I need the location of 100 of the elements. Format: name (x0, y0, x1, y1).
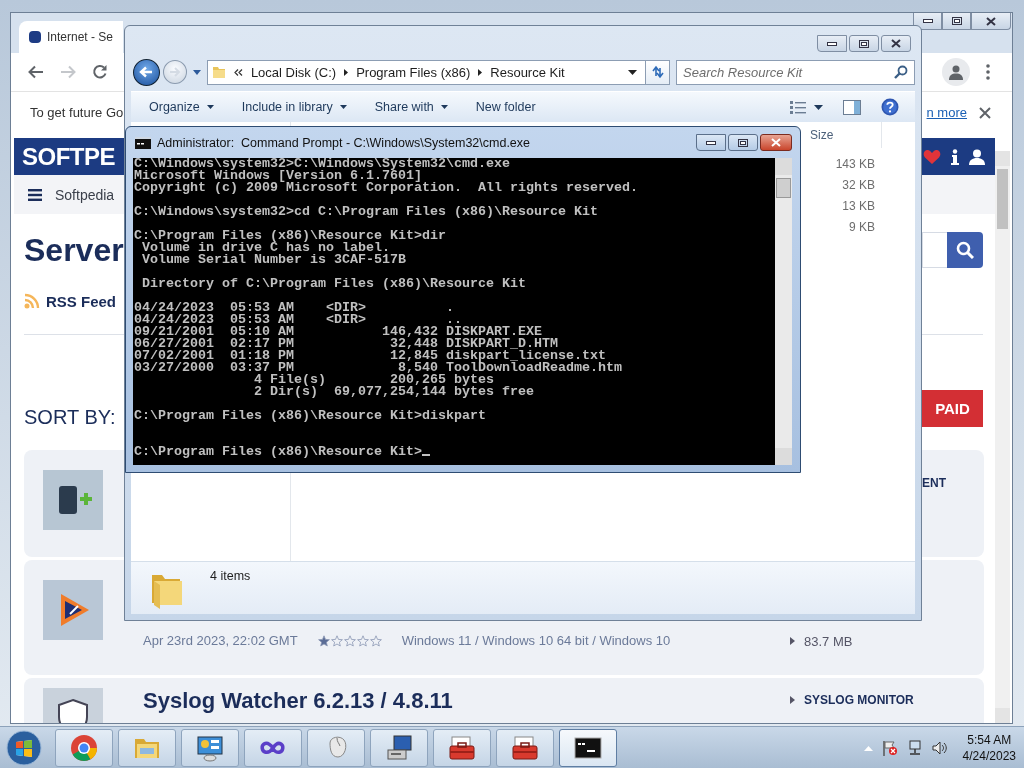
console-line: 4 File(s) 200,265 bytes (252, 374, 495, 386)
minimize-button[interactable] (817, 35, 847, 52)
menu-dots-icon (986, 64, 990, 80)
path-segment[interactable]: Resource Kit (490, 64, 565, 80)
category-label: ENT (922, 476, 946, 490)
forward-arrow-icon (168, 67, 181, 77)
star-icon (317, 634, 330, 647)
back-arrow-icon (139, 66, 154, 78)
network-icon[interactable] (906, 739, 923, 756)
folder-icon (211, 65, 226, 79)
star-icon (330, 634, 343, 647)
close-button[interactable] (760, 134, 792, 151)
maximize-icon (738, 138, 748, 147)
console-line: C:\Program Files (x86)\Resource Kit> (134, 444, 422, 459)
preview-pane-icon (843, 99, 861, 115)
taskbar-button[interactable] (559, 728, 617, 767)
learn-more-link[interactable]: n more (926, 105, 967, 120)
app-icon[interactable] (43, 470, 103, 530)
computer-icon (385, 733, 413, 762)
profile-button[interactable] (942, 58, 970, 86)
size-cell-text: 143 KB (834, 155, 876, 173)
minimize-button[interactable] (913, 13, 942, 30)
console-line: C:\Windows\system32>C:\Windows\System32\cmd.exe (134, 158, 511, 170)
info-icon[interactable] (951, 148, 959, 165)
search-button[interactable] (947, 232, 983, 268)
app-title-link[interactable]: Syslog Watcher 6.2.13 / 4.8.11 (143, 688, 750, 714)
app-icon[interactable] (43, 580, 103, 640)
console-icon (135, 136, 151, 149)
scrollbar[interactable] (775, 158, 792, 465)
dropdown-caret-icon[interactable] (628, 69, 638, 75)
minimize-icon (706, 140, 716, 145)
toolbox-icon (511, 733, 539, 762)
close-icon (891, 39, 901, 48)
speaker-icon[interactable] (931, 739, 948, 756)
triangle-right-icon (478, 68, 483, 76)
sort-label: SORT BY: (24, 406, 116, 429)
console-line: Directory of C:\Program Files (x86)\Resource Kit (141, 278, 527, 290)
size-text: 83.7 MB (804, 633, 853, 649)
console-line: 2 Dir(s) 69,077,254,144 bytes free (252, 386, 535, 398)
dropdown-caret-icon (440, 105, 448, 109)
taskbar-button[interactable] (370, 728, 428, 767)
close-button[interactable] (971, 13, 1011, 30)
refresh-button[interactable] (646, 59, 670, 85)
breadcrumb-link[interactable]: Softpedia (55, 186, 115, 203)
column-header[interactable]: Size (805, 122, 882, 148)
forward-arrow-icon (60, 65, 76, 79)
person-icon (948, 64, 964, 80)
search-icon (956, 241, 974, 259)
window-title: Administrator: Command Prompt - C:\Windows\System32\cmd.exe (157, 135, 531, 150)
hamburger-menu-icon[interactable] (28, 188, 42, 201)
triangle-right-icon (790, 696, 795, 704)
search-icon (894, 64, 908, 79)
clock[interactable]: 5:54 AM 4/24/2023 (962, 731, 1016, 764)
path-segment[interactable]: Program Files (x86) (356, 64, 471, 80)
scrollbar[interactable] (995, 151, 1010, 723)
command-button[interactable]: Share with (366, 95, 456, 119)
rss-feed-link[interactable]: RSS Feed (46, 292, 117, 310)
close-button[interactable] (881, 35, 911, 52)
command-button[interactable]: Organize (141, 95, 222, 119)
address-bar[interactable]: Local Disk (C:) Program Files (x86) Resource Kit (206, 59, 647, 85)
back-arrow-icon (28, 65, 44, 79)
minimize-button[interactable] (696, 134, 726, 151)
console-line: Copyright (c) 2009 Microsoft Corporation. All rights reserved. (134, 182, 639, 194)
maximize-button[interactable] (728, 134, 758, 151)
control-panel-icon (196, 733, 224, 762)
maximize-icon (951, 17, 962, 25)
star-icon (343, 634, 356, 647)
dropdown-caret-icon (339, 105, 347, 109)
path-segment[interactable]: Local Disk (C:) (250, 64, 337, 80)
dropdown-caret-icon (206, 105, 214, 109)
taskbar-button[interactable] (496, 728, 554, 767)
console-line: Volume in drive C has no label. (142, 242, 390, 254)
close-icon (771, 138, 781, 147)
console-line: Microsoft Windows [Version 6.1.7601] (134, 170, 422, 182)
user-icon[interactable] (969, 148, 985, 165)
paid-filter-button[interactable]: PAID (922, 390, 983, 427)
info-text: To get future Go (30, 105, 124, 120)
console-line: C:\Program Files (x86)\Resource Kit>dir (134, 230, 447, 242)
flag-error-icon[interactable] (881, 739, 898, 756)
taskbar-button[interactable] (181, 728, 239, 767)
minimize-icon (922, 19, 933, 23)
toolbox-icon (448, 733, 476, 762)
site-logo[interactable]: SOFTPE (22, 142, 115, 171)
page-heading: Server (24, 231, 124, 269)
console-line: C:\Program Files (x86)\Resource Kit>diskpart (134, 410, 487, 422)
command-button[interactable]: Include in library (233, 95, 355, 119)
command-button[interactable]: New folder (467, 95, 544, 119)
console-line: 06/27/2001 02:17 PM 32,448 DISKPART_D.HTM (134, 338, 558, 350)
start-button[interactable] (4, 727, 44, 768)
size-cell-text: 9 KB (848, 218, 876, 236)
browser-tab[interactable]: Internet - Se (19, 21, 123, 53)
category-link[interactable]: SYSLOG MONITOR (804, 693, 914, 707)
maximize-button[interactable] (942, 13, 971, 30)
favicon-icon (28, 30, 42, 44)
console-line: 04/24/2023 05:53 AM <DIR> . (134, 302, 455, 314)
maximize-button[interactable] (849, 35, 879, 52)
search-field[interactable]: Search Resource Kit (676, 59, 915, 85)
back-button[interactable] (133, 58, 160, 86)
console-line: 03/27/2000 03:37 PM 8,540 ToolDownloadReadme.htm (134, 362, 623, 374)
taskbar-button[interactable] (433, 728, 491, 767)
